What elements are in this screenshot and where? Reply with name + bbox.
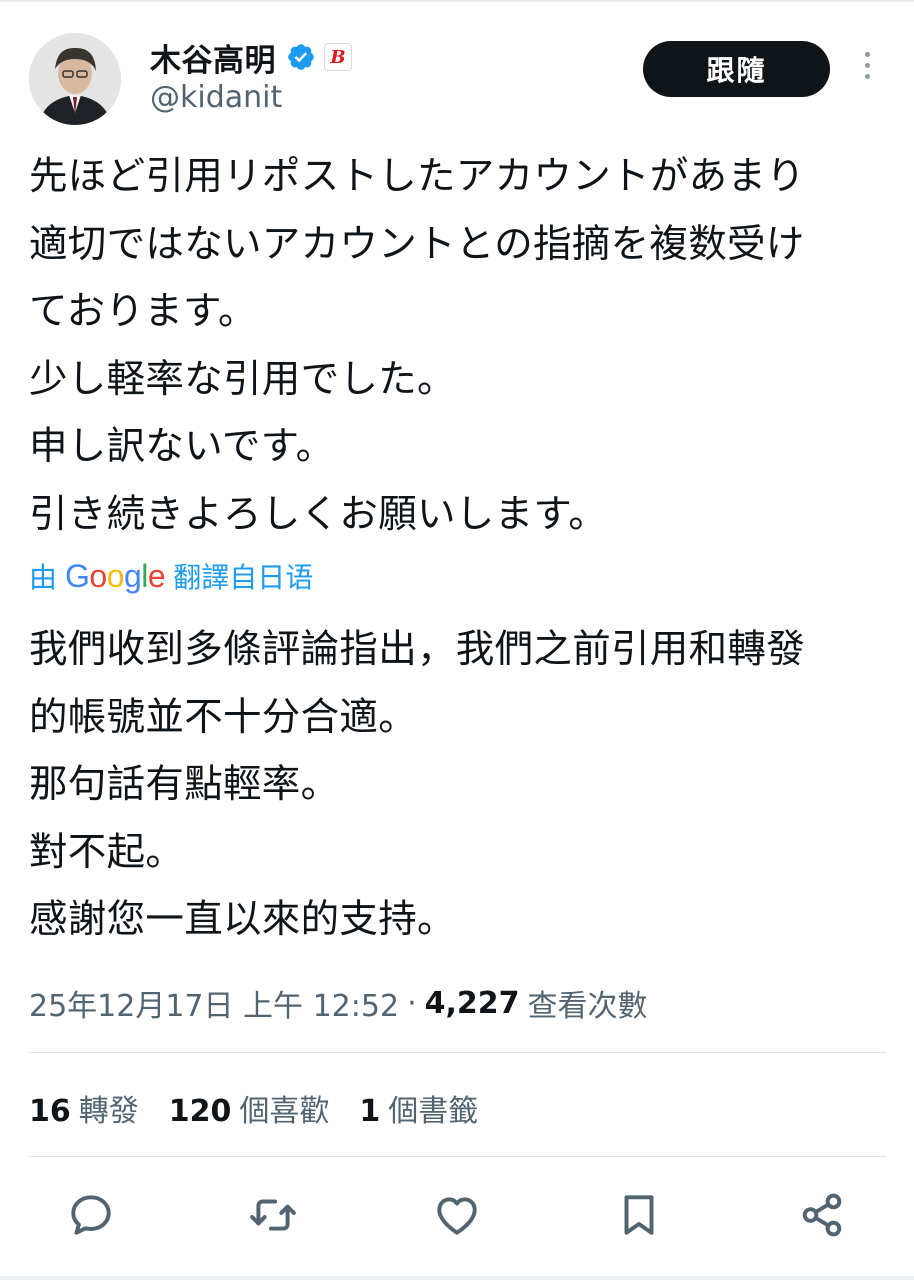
reposts-label: 轉發 [78,1094,139,1129]
top-divider [0,0,914,2]
translated-line: 我們收到多條評論指出，我們之前引用和轉發 [29,627,806,672]
engagement-stats: 16 轉發 120 個喜歡 1 個書籤 [29,1086,508,1130]
translation-prefix: 由 [29,561,58,594]
affiliate-badge-icon[interactable]: B [324,43,352,71]
meta-separator: · [407,985,417,1021]
likes-label: 個喜歡 [239,1094,330,1129]
follow-button[interactable]: 跟隨 [643,41,830,97]
verified-badge-icon[interactable] [286,42,316,72]
author-display-name[interactable]: 木谷高明 [150,35,276,80]
author-handle[interactable]: @kidanit [150,80,282,115]
translated-line: 感謝您一直以來的支持。 [29,897,456,942]
bookmarks-label: 個書籤 [388,1094,479,1129]
bottom-divider [0,1276,914,1280]
translation-attribution[interactable]: 由 Google 翻譯自日语 [29,556,313,596]
author-name-row: 木谷高明 B [150,35,352,80]
tweet-line: 申し訳ないです。 [29,424,335,469]
tweet-meta: 25年12月17日 上午 12:52 · 4,227 查看次數 [29,980,648,1026]
reposts-stat[interactable]: 16 轉發 [29,1086,139,1130]
tweet-line: 少し軽率な引用でした。 [29,356,456,402]
google-logo: Google [65,557,166,594]
tweet-line: ております。 [29,289,257,334]
likes-stat[interactable]: 120 個喜歡 [169,1086,330,1130]
translated-line: 對不起。 [29,829,185,875]
repost-icon[interactable] [248,1190,298,1240]
reply-icon[interactable] [66,1190,116,1240]
translation-source-label: 翻譯自日语 [173,561,314,594]
timestamp[interactable]: 25年12月17日 上午 12:52 [29,981,399,1025]
tweet-line: 先ほど引用リポストしたアカウントがあまり [29,154,806,199]
share-icon[interactable] [797,1190,847,1240]
divider [29,1156,886,1157]
tweet-line: 引き続きよろしくお願いします。 [29,491,608,537]
translated-text: 我們收到多條評論指出，我們之前引用和轉發 的帳號並不十分合適。 那句話有點輕率。… [29,616,889,954]
views-count: 4,227 [424,985,520,1021]
tweet-line: 適切ではないアカウントとの指摘を複数受け [29,221,805,267]
likes-count: 120 [168,1094,232,1129]
bookmarks-stat[interactable]: 1 個書籤 [359,1086,478,1130]
tweet-text: 先ほど引用リポストしたアカウントがあまり 適切ではないアカウントとの指摘を複数受… [29,143,889,548]
like-icon[interactable] [432,1190,482,1240]
more-options-icon[interactable] [855,52,879,88]
views-label: 查看次數 [527,989,648,1024]
bookmark-icon[interactable] [614,1190,664,1240]
divider [29,1052,886,1053]
reposts-count: 16 [29,1094,71,1129]
translated-line: 的帳號並不十分合適。 [29,694,418,740]
action-bar [0,1180,914,1250]
bookmarks-count: 1 [359,1094,381,1129]
translated-line: 那句話有點輕率。 [29,762,340,807]
avatar[interactable] [29,33,121,125]
